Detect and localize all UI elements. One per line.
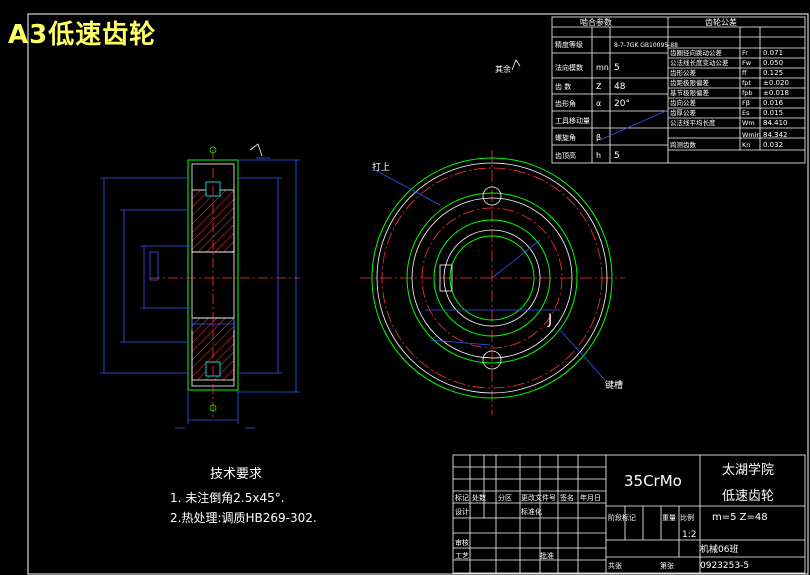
- drawing-number: 0923253-5: [700, 561, 749, 571]
- tolerance-value: ±0.020: [763, 79, 789, 87]
- label-standard: 标准化: [521, 507, 542, 516]
- tolerance-rows: 齿圈径向跳动公差 Fr 0.071 公法线长度变动公差 Fw 0.050 齿形公差 ff 0.1…: [670, 48, 789, 149]
- param-value: 20°: [614, 99, 630, 109]
- tolerance-value: 0.125: [763, 69, 783, 77]
- param-rows: 精度等级 8-7-7GK GB10095-88 法向模数 mn 5 齿 数 Z 48 齿形角 α 2…: [555, 40, 678, 161]
- tolerance-header: 齿轮公差: [705, 17, 737, 27]
- param-symbol: Z: [596, 82, 602, 91]
- param-name: 精度等级: [555, 40, 583, 49]
- section-view: [100, 143, 300, 429]
- drawing-type: 机械06班: [700, 543, 738, 555]
- label-approve: 批准: [540, 551, 554, 560]
- tolerance-symbol: fpt: [742, 79, 751, 87]
- tolerance-symbol: Kn: [742, 141, 750, 149]
- param-name: 齿顶高: [555, 151, 576, 160]
- tolerance-name: 齿向公差: [670, 98, 697, 107]
- part-spec: m=5 Z=48: [712, 512, 768, 523]
- tolerance-symbol: ff: [742, 69, 747, 77]
- school-name: 太湖学院: [722, 462, 774, 478]
- material: 35CrMo: [624, 472, 682, 490]
- label-ratio: 比例: [680, 513, 694, 522]
- tech-req-heading: 技术要求: [210, 467, 262, 482]
- label-design: 设计: [455, 507, 469, 516]
- tolerance-name: 齿距极限偏差: [670, 78, 710, 87]
- tolerance-name: 齿形公差: [670, 68, 697, 77]
- tolerance-value: 0.071: [763, 49, 783, 57]
- tolerance-value: 0.050: [763, 59, 783, 67]
- tolerance-value: 0.032: [763, 141, 783, 149]
- title-block-labels: 标记 处数 分区 更改文件号 签名 年月日 设计 标准化 阶段标记 重量 比例 …: [455, 493, 694, 570]
- tolerance-symbol: fpb: [742, 89, 753, 97]
- tolerance-symbol: Fw: [742, 59, 752, 67]
- roughness-symbol: [511, 59, 521, 71]
- tolerance-symbol: Es: [742, 109, 750, 117]
- param-name: 工具移动量: [555, 116, 590, 125]
- scale: 1:2: [682, 530, 696, 540]
- label-stage: 阶段标记: [608, 513, 636, 522]
- param-name: 齿形角: [555, 99, 576, 108]
- tolerance-name: 齿圈径向跳动公差: [670, 48, 723, 57]
- label-weight: 重量: [662, 514, 676, 522]
- label-review: 审核: [455, 538, 469, 547]
- cad-drawing: 啮合参数 齿轮公差 精度等级 8-7-7GK GB10095-88 法向模数 mn 5 齿…: [27, 13, 809, 575]
- hub-label: 打上: [372, 161, 390, 173]
- tolerance-name: 齿厚公差: [670, 108, 697, 117]
- tolerance-symbol: Fβ: [742, 99, 750, 107]
- surface-finish-note: 其余: [495, 64, 511, 74]
- param-symbol: h: [596, 151, 601, 160]
- param-name: 齿 数: [555, 82, 571, 91]
- param-value: 5: [614, 63, 620, 73]
- param-value: 5: [614, 151, 620, 161]
- tech-req-item-1: 1. 未注倒角2.5x45°.: [170, 490, 285, 505]
- tolerance-value: 0.015: [763, 109, 783, 117]
- tolerance-value: 84.410: [763, 119, 788, 127]
- label-marker: 标记: [455, 493, 469, 502]
- label-process: 工艺: [455, 552, 469, 560]
- label-date: 年月日: [580, 493, 601, 502]
- label-count: 处数: [472, 493, 486, 502]
- tolerance-name: 公法线平均长度: [670, 118, 716, 127]
- param-value: 48: [614, 82, 626, 92]
- part-name: 低速齿轮: [722, 489, 774, 504]
- tolerance-symbol: Wm: [742, 119, 755, 127]
- tolerance-value: ±0.018: [763, 89, 789, 97]
- tolerance-name: 基节极限偏差: [670, 88, 710, 97]
- tolerance-value: 0.016: [763, 99, 784, 107]
- param-symbol: mn: [596, 63, 609, 72]
- label-change: 更改文件号: [521, 493, 556, 502]
- param-symbol: β: [596, 133, 601, 142]
- label-zone: 分区: [498, 493, 512, 502]
- label-sheets-total: 共张: [608, 561, 622, 570]
- tech-req-item-2: 2.热处理:调质HB269-302.: [170, 511, 317, 525]
- tolerance-value: 84.342: [763, 131, 788, 139]
- keyway-label: 键槽: [605, 379, 623, 391]
- tolerance-symbol: Wmin: [742, 131, 761, 139]
- param-value: 8-7-7GK GB10095-88: [614, 42, 678, 49]
- tolerance-name: 跨测齿数: [670, 140, 697, 149]
- tolerance-symbol: Fr: [742, 49, 748, 57]
- j-marker: J: [547, 312, 552, 328]
- tolerance-name: 公法线长度变动公差: [670, 58, 729, 67]
- param-name: 法向模数: [555, 63, 583, 72]
- params-header: 啮合参数: [580, 17, 612, 27]
- label-sheet-no: 第张: [660, 561, 674, 570]
- label-sign: 签名: [560, 493, 574, 502]
- param-name: 螺旋角: [555, 133, 576, 142]
- param-symbol: α: [596, 99, 601, 108]
- front-view: [360, 150, 625, 415]
